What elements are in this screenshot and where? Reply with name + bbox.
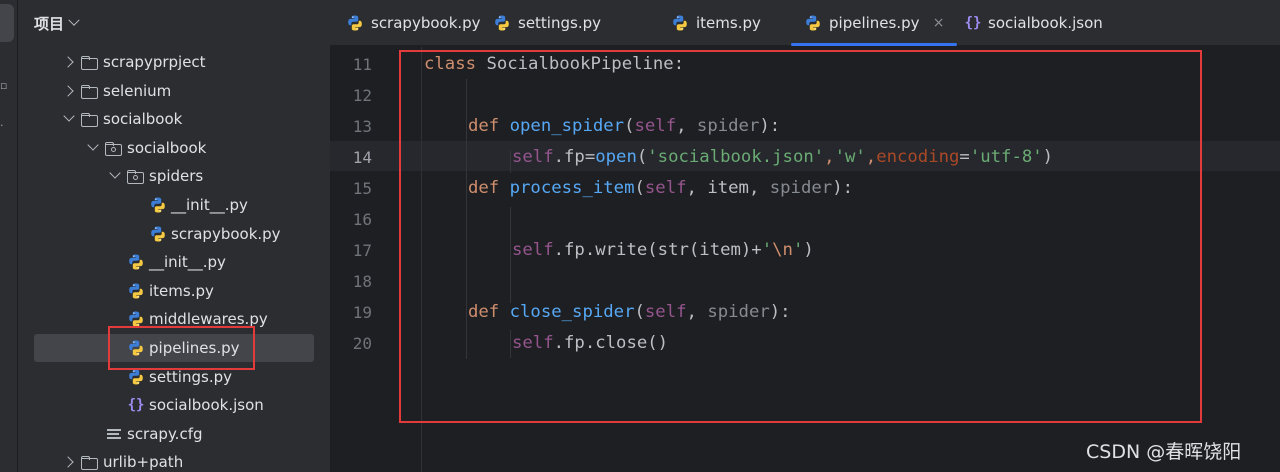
line-number: 12 [352,86,372,105]
tab-socialbook-json[interactable]: {} socialbook.json [964,0,1103,46]
chevron-down-icon[interactable] [68,14,80,26]
annotation-box-code [399,50,1202,423]
tree-item-label: scrapy.cfg [127,425,203,443]
tree-item[interactable]: scrapyprpject [18,48,318,76]
tree-item-label: socialbook [127,139,207,157]
structure-icon[interactable]: ▫ [0,80,7,91]
more-icon[interactable]: · [0,120,4,131]
line-number: 19 [352,303,372,322]
chevron-down-icon[interactable] [60,109,80,129]
project-tool-button[interactable] [0,4,14,42]
tree-item[interactable]: scrapy.cfg [18,420,318,448]
tree-item[interactable]: items.py [18,277,318,305]
chevron-down-icon[interactable] [106,166,126,186]
python-file-icon [346,14,364,32]
tree-item[interactable]: scrapybook.py [18,220,318,248]
python-file-icon [149,196,167,214]
tree-item[interactable]: selenium [18,77,318,105]
tab-label: settings.py [518,14,601,32]
editor-tabs: scrapybook.py settings.py items.py pipeline… [330,0,1280,46]
folder-icon [80,455,98,470]
line-number: 13 [352,117,372,136]
python-file-icon [671,14,689,32]
package-folder-icon [104,141,122,156]
tree-item-label: settings.py [149,368,232,386]
line-number: 15 [352,179,372,198]
chevron-down-icon[interactable] [84,138,104,158]
tree-item-label: spiders [149,167,204,185]
tab-label: pipelines.py [829,14,920,32]
package-folder-icon [126,169,144,184]
tree-item[interactable]: socialbook [18,134,318,162]
annotation-box-file [108,326,255,370]
tab-label: items.py [696,14,761,32]
watermark: CSDN @春晖饶阳 [1086,441,1242,463]
config-file-icon [105,426,123,442]
tree-item-label: selenium [103,82,172,100]
json-file-icon: {} [127,397,145,413]
python-file-icon [127,282,145,300]
tree-item-label: __init__.py [149,253,226,271]
tab-scrapybook-py[interactable]: scrapybook.py [346,0,481,46]
tree-item[interactable]: __init__.py [18,248,318,276]
close-icon[interactable]: × [933,15,945,31]
tree-item[interactable]: {} socialbook.json [18,391,318,419]
project-header[interactable]: 项目 [18,0,330,46]
tab-pipelines-py[interactable]: pipelines.py × [791,0,956,46]
project-title: 项目 [34,14,65,33]
tree-item-label: socialbook.json [149,396,264,414]
json-file-icon: {} [964,15,982,31]
tab-label: socialbook.json [988,14,1103,32]
tree-item[interactable]: urlib+path [18,448,318,472]
tree-item-label: scrapybook.py [171,225,281,243]
tree-item-label: items.py [149,282,214,300]
tree-item-label: scrapyprpject [103,53,206,71]
chevron-right-icon[interactable] [60,52,80,72]
tree-item-label: socialbook [103,110,183,128]
folder-icon [80,55,98,70]
chevron-right-icon[interactable] [60,452,80,472]
tree-item[interactable]: __init__.py [18,191,318,219]
tree-item[interactable]: spiders [18,162,318,190]
line-number: 16 [352,210,372,229]
tab-label: scrapybook.py [371,14,481,32]
activity-bar: ▫ · [0,0,18,472]
line-number: 18 [352,272,372,291]
chevron-right-icon[interactable] [60,81,80,101]
tree-item-label: urlib+path [103,453,184,471]
line-number: 14 [352,148,372,167]
tab-items-py[interactable]: items.py [671,0,761,46]
project-panel: 项目 scrapyprpject selenium socialbook social… [18,0,343,472]
python-file-icon [149,225,167,243]
python-file-icon [493,14,511,32]
folder-icon [80,112,98,127]
tree-item-label: __init__.py [171,196,248,214]
tree-item[interactable]: socialbook [18,105,318,133]
python-file-icon [804,14,822,32]
python-file-icon [127,253,145,271]
python-file-icon [127,368,145,386]
folder-icon [80,84,98,99]
line-number: 20 [352,334,372,353]
line-number: 17 [352,241,372,260]
tab-settings-py[interactable]: settings.py [493,0,601,46]
line-number: 11 [352,55,372,74]
